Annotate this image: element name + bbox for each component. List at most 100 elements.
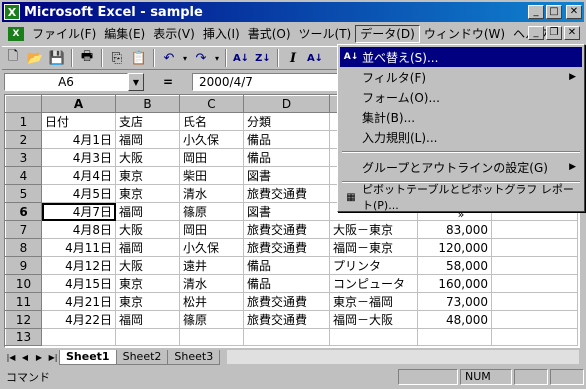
- paste-icon[interactable]: 📋: [128, 48, 150, 68]
- cell[interactable]: 福岡: [115, 130, 180, 149]
- row-header[interactable]: 2: [5, 130, 42, 149]
- cell[interactable]: [491, 328, 578, 346]
- menu-pivot[interactable]: ▦ ピボットテーブルとピボットグラフ レポート(P)...: [340, 183, 582, 212]
- cell[interactable]: 160,000: [417, 274, 492, 293]
- row-header[interactable]: 10: [5, 274, 42, 293]
- menu-tools[interactable]: ツール(T): [295, 25, 356, 43]
- cell[interactable]: 備品: [243, 256, 330, 275]
- doc-close-button[interactable]: ✕: [564, 26, 580, 40]
- cell[interactable]: 福岡－東京: [329, 238, 418, 257]
- cell[interactable]: [115, 328, 180, 346]
- menu-view[interactable]: 表示(V): [149, 25, 199, 43]
- cell[interactable]: 清水: [179, 184, 244, 203]
- cell[interactable]: 篠原: [179, 310, 244, 329]
- menu-filter[interactable]: フィルタ(F) ▶: [340, 67, 582, 87]
- cell[interactable]: 4月5日: [41, 184, 116, 203]
- menu-edit[interactable]: 編集(E): [100, 25, 149, 43]
- column-header[interactable]: B: [115, 95, 180, 113]
- cell[interactable]: [417, 328, 492, 346]
- cell[interactable]: 氏名: [179, 112, 244, 131]
- menu-format[interactable]: 書式(O): [244, 25, 295, 43]
- cell[interactable]: 日付: [41, 112, 116, 131]
- doc-restore-button[interactable]: ❐: [546, 26, 562, 40]
- formula-equals[interactable]: =: [144, 75, 192, 89]
- menu-subtotal[interactable]: 集計(B)...: [340, 107, 582, 127]
- menu-validation[interactable]: 入力規則(L)...: [340, 127, 582, 147]
- cell[interactable]: 旅費交通費: [243, 292, 330, 311]
- cell[interactable]: 48,000: [417, 310, 492, 329]
- prev-sheet-icon[interactable]: ◀: [18, 350, 32, 364]
- undo-icon[interactable]: ↶: [158, 48, 180, 68]
- menu-file[interactable]: ファイル(F): [28, 25, 100, 43]
- cell[interactable]: 備品: [243, 148, 330, 167]
- cell[interactable]: 福岡: [115, 238, 180, 257]
- menu-sort[interactable]: A↓ 並べ替え(S)...: [340, 47, 582, 67]
- cell[interactable]: 旅費交通費: [243, 220, 330, 239]
- redo-icon[interactable]: ↷: [190, 48, 212, 68]
- cell[interactable]: 大阪: [115, 220, 180, 239]
- sheet-tab-3[interactable]: Sheet3: [167, 349, 221, 365]
- select-all-corner[interactable]: [5, 95, 42, 113]
- cell[interactable]: 4月15日: [41, 274, 116, 293]
- menu-data[interactable]: データ(D): [355, 25, 420, 43]
- cell[interactable]: 83,000: [417, 220, 492, 239]
- cell[interactable]: 遠井: [179, 256, 244, 275]
- row-header[interactable]: 4: [5, 166, 42, 185]
- cell[interactable]: 4月12日: [41, 256, 116, 275]
- cell[interactable]: 4月21日: [41, 292, 116, 311]
- italic-icon[interactable]: I: [282, 48, 304, 68]
- cell[interactable]: 旅費交通費: [243, 310, 330, 329]
- save-icon[interactable]: 💾: [46, 48, 68, 68]
- sheet-tab-1[interactable]: Sheet1: [59, 349, 117, 365]
- column-header[interactable]: D: [243, 95, 330, 113]
- cell[interactable]: [243, 328, 330, 346]
- cell[interactable]: 大阪: [115, 148, 180, 167]
- horizontal-scrollbar[interactable]: [226, 349, 580, 365]
- cell[interactable]: 支店: [115, 112, 180, 131]
- cell[interactable]: 東京－福岡: [329, 292, 418, 311]
- print-icon[interactable]: 🖶: [76, 48, 98, 68]
- cell[interactable]: 篠原: [179, 202, 244, 221]
- cell[interactable]: 福岡: [115, 310, 180, 329]
- row-header[interactable]: 6: [5, 202, 42, 221]
- row-header[interactable]: 5: [5, 184, 42, 203]
- row-header[interactable]: 13: [5, 328, 42, 346]
- cell[interactable]: [491, 238, 578, 257]
- menu-window[interactable]: ウィンドウ(W): [420, 25, 509, 43]
- cell[interactable]: 柴田: [179, 166, 244, 185]
- cell[interactable]: 小久保: [179, 238, 244, 257]
- minimize-button[interactable]: _: [528, 5, 544, 19]
- cell[interactable]: [329, 328, 418, 346]
- cell[interactable]: 福岡: [115, 202, 180, 221]
- cell[interactable]: 東京: [115, 166, 180, 185]
- maximize-button[interactable]: □: [546, 5, 562, 19]
- cell[interactable]: 福岡－大阪: [329, 310, 418, 329]
- cell[interactable]: 4月22日: [41, 310, 116, 329]
- cell[interactable]: 旅費交通費: [243, 238, 330, 257]
- cell[interactable]: 73,000: [417, 292, 492, 311]
- cell[interactable]: コンピュータ: [329, 274, 418, 293]
- cell[interactable]: 備品: [243, 130, 330, 149]
- menu-insert[interactable]: 挿入(I): [199, 25, 244, 43]
- row-header[interactable]: 1: [5, 112, 42, 131]
- column-header[interactable]: C: [179, 95, 244, 113]
- menu-group-outline[interactable]: グループとアウトラインの設定(G) ▶: [340, 157, 582, 177]
- cell[interactable]: 松井: [179, 292, 244, 311]
- excel-icon[interactable]: X: [4, 4, 20, 20]
- name-box[interactable]: A6: [4, 73, 128, 91]
- sheet-tab-2[interactable]: Sheet2: [115, 349, 169, 365]
- cell[interactable]: 備品: [243, 274, 330, 293]
- row-header[interactable]: 12: [5, 310, 42, 329]
- document-icon[interactable]: X: [8, 27, 24, 41]
- first-sheet-icon[interactable]: |◀: [4, 350, 18, 364]
- cell[interactable]: 4月1日: [41, 130, 116, 149]
- cell[interactable]: 4月3日: [41, 148, 116, 167]
- new-file-icon[interactable]: 🗋: [2, 48, 24, 68]
- sort-data-icon[interactable]: A↓: [304, 48, 326, 68]
- last-sheet-icon[interactable]: ▶|: [46, 350, 60, 364]
- open-folder-icon[interactable]: 📂: [24, 48, 46, 68]
- cell[interactable]: 東京: [115, 274, 180, 293]
- cell[interactable]: 岡田: [179, 148, 244, 167]
- cell[interactable]: 4月11日: [41, 238, 116, 257]
- cell[interactable]: 分類: [243, 112, 330, 131]
